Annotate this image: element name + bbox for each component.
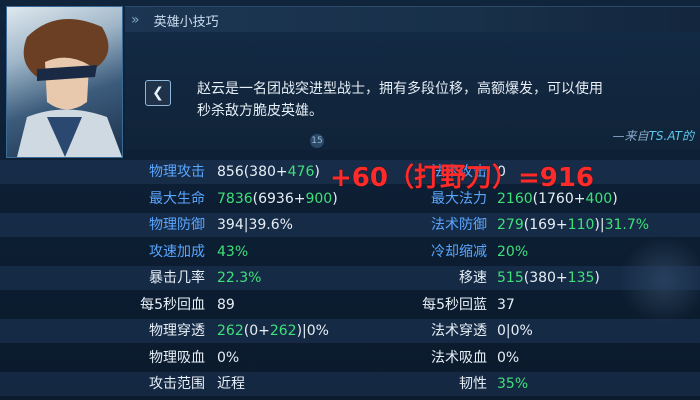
stat-value: 0% bbox=[497, 346, 519, 370]
stat-row: 物理穿透 262(0+262)|0% 法术穿透 0|0% bbox=[0, 319, 700, 343]
tips-source: —来自TS.AT的 bbox=[613, 127, 694, 144]
hero-portrait bbox=[6, 6, 123, 158]
stat-label: 移速 bbox=[459, 270, 487, 286]
stat-value-part: 476 bbox=[287, 164, 315, 180]
stat-label: 物理穿透 bbox=[149, 323, 205, 339]
stat-value: 43% bbox=[217, 240, 248, 264]
stat-row: 攻速加成 43% 冷却缩减 20% bbox=[0, 240, 700, 264]
level-badge: 15 bbox=[310, 134, 324, 148]
stat-row: 每5秒回血 89 每5秒回蓝 37 bbox=[0, 293, 700, 317]
stat-label: 物理吸血 bbox=[149, 349, 205, 366]
stat-label: 每5秒回蓝 bbox=[422, 296, 487, 313]
stat-row: 暴击几率 22.3% 移速 515(380+135) bbox=[0, 266, 700, 290]
stat-value: 0|0% bbox=[497, 319, 533, 343]
stat-value-part: 262 bbox=[269, 323, 297, 339]
stat-label: 物理防御 bbox=[149, 217, 205, 233]
stat-label: 法术穿透 bbox=[431, 323, 487, 339]
stat-value-part: 135 bbox=[567, 270, 595, 286]
stat-value: 35% bbox=[497, 372, 528, 396]
stat-value-part: )| bbox=[594, 217, 605, 233]
stat-label: 暴击几率 bbox=[149, 270, 205, 286]
stat-value-part: 279 bbox=[497, 217, 524, 233]
source-prefix: —来自 bbox=[612, 129, 649, 143]
stat-value-part: 37 bbox=[497, 296, 515, 313]
stat-value-part: 262 bbox=[217, 323, 244, 339]
stat-label: 冷却缩减 bbox=[431, 243, 487, 260]
tips-description-line2: 秒杀敌方脆皮英雄。 bbox=[197, 103, 323, 119]
tips-header: » 英雄小技巧 bbox=[125, 6, 700, 33]
source-name: TS.AT的 bbox=[648, 129, 694, 143]
stat-value: 7836(6936+900) bbox=[217, 187, 338, 211]
stat-value: 20% bbox=[497, 240, 528, 264]
stat-row: 物理吸血 0% 法术吸血 0% bbox=[0, 346, 700, 370]
stat-value-part: ) bbox=[594, 270, 600, 286]
stat-label: 法术防御 bbox=[431, 217, 487, 233]
tips-description-line1: 赵云是一名团战突进型战士，拥有多段位移，高额爆发，可以使用 bbox=[197, 81, 603, 97]
stat-value-part: 22.3% bbox=[217, 270, 262, 286]
stat-value: 近程 bbox=[217, 372, 245, 396]
stat-value-part: (169+ bbox=[523, 217, 568, 233]
tips-title: 英雄小技巧 bbox=[153, 14, 219, 30]
stat-value: 0% bbox=[217, 346, 239, 370]
stat-value-part: ) bbox=[612, 190, 618, 207]
stat-label: 法术吸血 bbox=[431, 349, 487, 366]
stat-value-part: (6936+ bbox=[252, 190, 306, 207]
stat-value-part: 394|39.6% bbox=[217, 217, 293, 233]
stat-value-part: 近程 bbox=[217, 376, 245, 392]
stat-value-part: 515 bbox=[497, 270, 524, 286]
stat-value-part: 89 bbox=[217, 296, 235, 313]
stat-value: 262(0+262)|0% bbox=[217, 319, 329, 343]
stat-value-part: (380+ bbox=[523, 270, 568, 286]
stat-row: 物理防御 394|39.6% 法术防御 279(169+110)|31.7% bbox=[0, 213, 700, 237]
stat-value-part: 35% bbox=[497, 376, 529, 392]
annotation-overlay: +60（打野刀）=916 bbox=[330, 163, 595, 193]
stat-row: 攻击范围 近程 韧性 35% bbox=[0, 372, 700, 396]
stat-value-part: 856(380+ bbox=[217, 164, 288, 180]
stat-value: 22.3% bbox=[217, 266, 261, 290]
stat-value: 279(169+110)|31.7% bbox=[497, 213, 649, 237]
stat-value-part: 43% bbox=[217, 243, 249, 260]
stat-value: 394|39.6% bbox=[217, 213, 293, 237]
chevron-left-icon: ❮ bbox=[152, 85, 164, 101]
stat-value-part: 0% bbox=[497, 349, 520, 366]
stat-label: 最大生命 bbox=[149, 190, 205, 207]
stat-value-part: (0+ bbox=[243, 323, 270, 339]
tips-description: 赵云是一名团战突进型战士，拥有多段位移，高额爆发，可以使用 秒杀敌方脆皮英雄。 bbox=[197, 78, 700, 122]
stat-label: 韧性 bbox=[459, 376, 487, 392]
stat-value-part: ) bbox=[314, 164, 320, 180]
stat-label: 物理攻击 bbox=[149, 164, 205, 180]
stat-value: 37 bbox=[497, 293, 515, 317]
stat-value-part: 110 bbox=[567, 217, 595, 233]
stat-value-part: 0|0% bbox=[497, 323, 533, 339]
stat-value-part: )|0% bbox=[296, 323, 329, 339]
stat-value: 515(380+135) bbox=[497, 266, 600, 290]
stat-value: 856(380+476) bbox=[217, 160, 320, 184]
double-chevron-icon: » bbox=[131, 12, 140, 28]
stat-value-part: 900 bbox=[305, 190, 333, 207]
stat-value: 89 bbox=[217, 293, 235, 317]
stat-value-part: 31.7% bbox=[604, 217, 650, 233]
stat-label: 攻击范围 bbox=[149, 376, 205, 392]
stat-label: 攻速加成 bbox=[149, 243, 205, 260]
stat-label: 每5秒回血 bbox=[140, 296, 205, 313]
tips-panel: ❮ 赵云是一名团战突进型战士，拥有多段位移，高额爆发，可以使用 秒杀敌方脆皮英雄… bbox=[125, 32, 700, 150]
stat-value-part: 0% bbox=[217, 349, 240, 366]
back-button[interactable]: ❮ bbox=[145, 80, 171, 106]
stat-value-part: 7836 bbox=[217, 190, 253, 207]
hero-portrait-art bbox=[17, 19, 122, 157]
stat-value-part: 20% bbox=[497, 243, 529, 260]
